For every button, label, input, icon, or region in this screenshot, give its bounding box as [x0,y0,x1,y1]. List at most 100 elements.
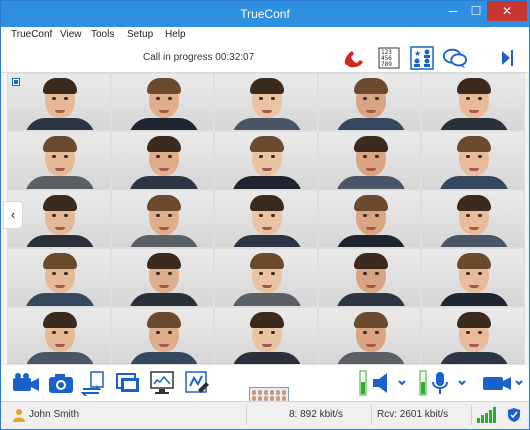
participant-video-tile[interactable] [111,307,214,364]
participant-eye [155,97,160,100]
participant-hair [353,136,388,153]
participant-shoulders [439,234,510,248]
self-view-indicator[interactable] [12,78,20,86]
status-divider [371,405,372,425]
menu-tools[interactable]: Tools [91,29,114,40]
slideshow-icon[interactable] [184,370,210,396]
participant-video-tile[interactable] [8,307,110,364]
participant-hair [43,78,77,94]
maximize-button[interactable]: ☐ [465,1,487,21]
close-button[interactable]: ✕ [487,1,527,21]
collapse-side-panel-button[interactable]: ‹ [3,201,23,229]
participant-eye [155,330,160,334]
participant-video-tile[interactable] [8,249,110,306]
video-grid [7,73,525,365]
thumbnail-face [264,390,268,395]
menu-trueconf[interactable]: TrueConf [11,29,52,40]
status-bar: John Smith 8: 892 kbit/s Rcv: 2601 kbit/… [1,401,529,429]
menu-bar: TrueConf View Tools Setup Help [1,27,529,43]
participant-video-tile[interactable] [111,132,214,189]
participant-video-tile[interactable] [422,307,524,364]
thumbnail-face [258,390,262,395]
participant-hair [457,311,492,328]
chat-icon[interactable] [442,46,468,70]
participant-shoulders [439,351,510,364]
hangup-phone-icon[interactable] [341,46,367,70]
menu-help[interactable]: Help [165,29,186,40]
menu-setup[interactable]: Setup [127,29,153,40]
screen-share-icon[interactable] [149,370,175,396]
participant-shoulders [335,293,406,306]
participant-video-tile[interactable] [215,307,317,364]
participant-eye [362,97,367,100]
participant-eye [362,272,367,276]
participant-hair [43,311,77,328]
participant-video-tile[interactable] [318,132,421,189]
participant-eye [374,272,379,276]
participant-video-tile[interactable] [111,249,214,306]
panel-toggle-icon[interactable] [496,46,516,70]
minimize-button[interactable]: ─ [441,1,465,21]
participant-shoulders [439,118,510,131]
participant-video-tile[interactable] [215,190,317,248]
participant-shoulders [439,293,510,306]
participant-video-tile[interactable] [422,190,524,248]
participant-eye [259,213,264,217]
participant-video-tile[interactable] [318,74,421,131]
participant-video-tile[interactable] [318,190,421,248]
microphone-icon[interactable] [417,370,467,396]
participant-video-tile[interactable] [422,132,524,189]
participant-eye [155,272,160,276]
participant-shoulders [232,118,303,131]
thumbnail-face [252,390,256,395]
snapshot-icon[interactable] [47,370,75,396]
participant-shoulders [25,176,95,189]
participant-eye [167,272,172,276]
dialpad-icon[interactable]: 123456789 [376,46,402,70]
chevron-left-icon: ‹ [10,207,16,222]
participant-video-tile[interactable] [8,74,110,131]
participant-video-tile[interactable] [111,74,214,131]
layout-icon[interactable] [115,370,141,396]
camera-on-icon[interactable] [11,370,41,396]
participant-eye [64,213,68,217]
participant-eye [271,213,276,217]
participant-shoulders [335,176,406,189]
svg-text:789: 789 [381,61,392,68]
video-camera-icon[interactable] [481,370,525,396]
participant-eye [167,97,172,100]
participant-shoulders [232,351,303,364]
participant-video-tile[interactable] [8,190,110,248]
participant-shoulders [335,234,406,248]
participant-video-tile[interactable] [215,74,317,131]
participant-video-tile[interactable] [111,190,214,248]
participant-video-tile[interactable] [318,249,421,306]
participant-mouth [365,110,376,113]
participants-icon[interactable]: ★ [409,46,435,70]
speaker-icon[interactable] [357,370,407,396]
participant-shoulders [232,234,303,248]
participant-hair [146,253,181,270]
transfer-icon[interactable] [81,370,107,396]
participant-video-tile[interactable] [215,132,317,189]
participant-hair [146,311,181,328]
participant-eye [259,330,264,334]
participant-eye [52,213,56,217]
participant-video-tile[interactable] [422,74,524,131]
participant-hair [353,253,388,270]
signal-strength-icon [477,407,499,423]
thumbnail-face [276,390,280,395]
participant-shoulders [128,118,199,131]
participant-eye [362,330,367,334]
svg-text:★: ★ [414,49,421,58]
participant-shoulders [128,293,199,306]
participant-eye [271,330,276,334]
menu-view[interactable]: View [60,29,82,40]
participant-video-tile[interactable] [215,249,317,306]
participant-shoulders [128,176,199,189]
call-control-bar: Call in progress 00:32:07 123 456 789 ★ [1,43,529,73]
participant-video-tile[interactable] [422,249,524,306]
shield-icon [508,408,520,422]
participant-video-tile[interactable] [318,307,421,364]
participant-video-tile[interactable] [8,132,110,189]
